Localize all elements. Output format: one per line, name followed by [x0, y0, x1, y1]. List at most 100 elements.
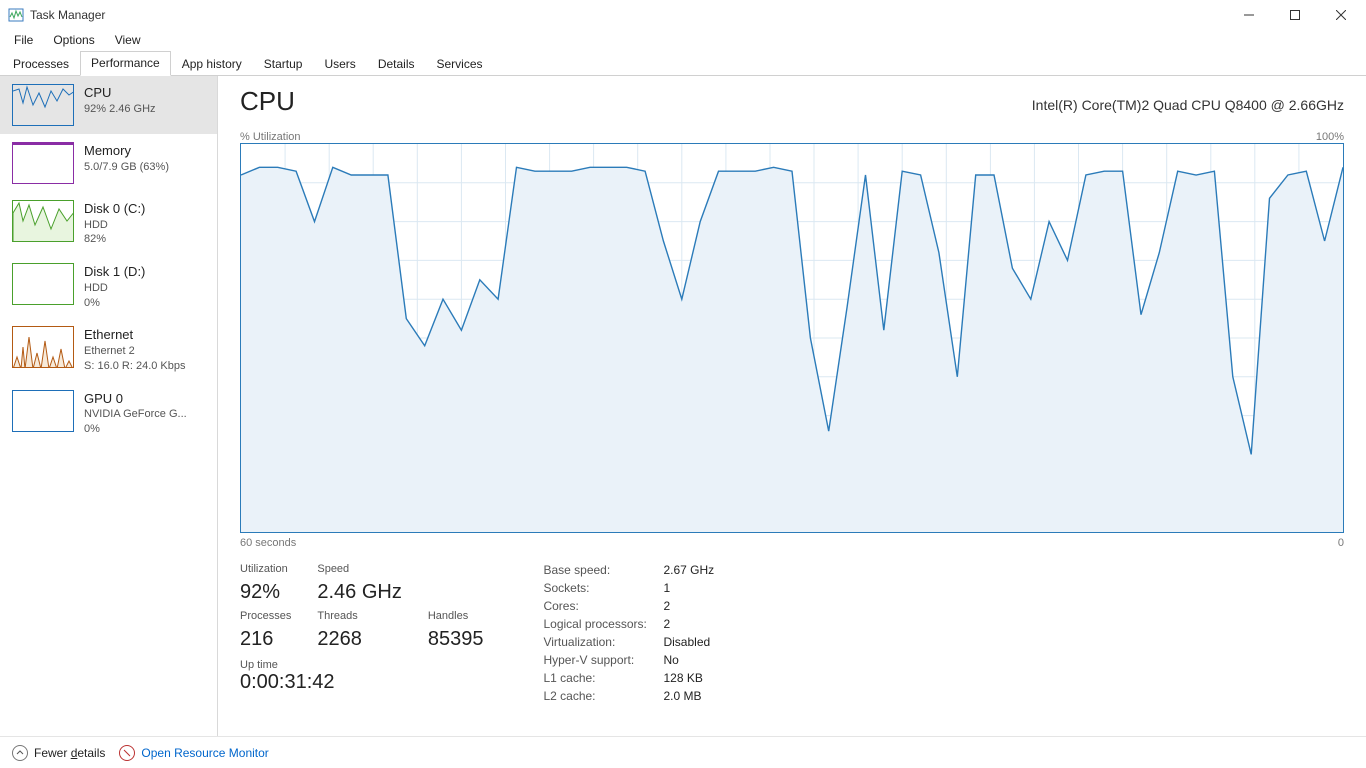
sidebar-meta: Memory5.0/7.9 GB (63%) — [84, 142, 169, 184]
spec-label: Base speed: — [543, 563, 663, 577]
processes-value: 216 — [240, 628, 291, 651]
sidebar-item-disk-1-d-[interactable]: Disk 1 (D:)HDD0% — [0, 255, 217, 318]
sidebar-meta: CPU92% 2.46 GHz — [84, 84, 156, 126]
sidebar-item-ethernet[interactable]: EthernetEthernet 2S: 16.0 R: 24.0 Kbps — [0, 318, 217, 381]
tab-services[interactable]: Services — [426, 52, 494, 76]
sidebar-item-line2: Ethernet 2 — [84, 344, 186, 359]
sidebar-item-line3: S: 16.0 R: 24.0 Kbps — [84, 359, 186, 374]
left-stats-block: Utilization Speed 92% 2.46 GHz Processes… — [240, 563, 483, 703]
handles-label: Handles — [428, 610, 484, 622]
processes-label: Processes — [240, 610, 291, 622]
footer: Fewer details Open Resource Monitor — [0, 736, 1366, 768]
menu-view[interactable]: View — [105, 31, 151, 49]
spec-value: No — [663, 653, 714, 667]
resource-monitor-label: Open Resource Monitor — [141, 746, 268, 760]
sidebar-item-cpu[interactable]: CPU92% 2.46 GHz — [0, 76, 217, 134]
cpu-utilization-chart — [240, 143, 1344, 533]
sidebar-item-title: GPU 0 — [84, 390, 187, 408]
chart-bottom-labels: 60 seconds 0 — [240, 537, 1344, 549]
threads-label: Threads — [317, 610, 401, 622]
sidebar-item-title: Disk 0 (C:) — [84, 200, 145, 218]
fewer-details-button[interactable]: Fewer details — [12, 745, 105, 761]
handles-value: 85395 — [428, 628, 484, 651]
sidebar-meta: EthernetEthernet 2S: 16.0 R: 24.0 Kbps — [84, 326, 186, 373]
app-icon — [8, 7, 24, 23]
page-title: CPU — [240, 86, 295, 117]
spec-label: Sockets: — [543, 581, 663, 595]
sidebar-item-disk-0-c-[interactable]: Disk 0 (C:)HDD82% — [0, 192, 217, 255]
close-button[interactable] — [1318, 0, 1364, 30]
cpu-model-name: Intel(R) Core(TM)2 Quad CPU Q8400 @ 2.66… — [1032, 97, 1344, 113]
chart-top-right-label: 100% — [1316, 131, 1344, 143]
sidebar-item-line3: 0% — [84, 422, 187, 437]
chart-top-left-label: % Utilization — [240, 131, 301, 143]
spec-value: 1 — [663, 581, 714, 595]
stats-row: Utilization Speed 92% 2.46 GHz Processes… — [240, 563, 1344, 703]
spec-value: 2.0 MB — [663, 689, 714, 703]
sidebar-item-title: Memory — [84, 142, 169, 160]
monitor-icon — [119, 745, 135, 761]
spec-value: 2 — [663, 599, 714, 613]
window-title: Task Manager — [30, 8, 105, 22]
sidebar-item-line2: NVIDIA GeForce G... — [84, 407, 187, 422]
tab-users[interactable]: Users — [313, 52, 366, 76]
sidebar-item-memory[interactable]: Memory5.0/7.9 GB (63%) — [0, 134, 217, 192]
left-stats-grid: Utilization Speed 92% 2.46 GHz Processes… — [240, 563, 483, 651]
content-pane: CPU Intel(R) Core(TM)2 Quad CPU Q8400 @ … — [218, 76, 1366, 736]
maximize-button[interactable] — [1272, 0, 1318, 30]
sidebar-thumb — [12, 200, 74, 242]
titlebar: Task Manager — [0, 0, 1366, 30]
spec-value: Disabled — [663, 635, 714, 649]
tabstrip: Processes Performance App history Startu… — [0, 50, 1366, 76]
spec-label: L1 cache: — [543, 671, 663, 685]
chart-top-labels: % Utilization 100% — [240, 131, 1344, 143]
fewer-details-label: Fewer details — [34, 746, 105, 760]
uptime-value: 0:00:31:42 — [240, 671, 483, 694]
sidebar-item-line2: 92% 2.46 GHz — [84, 102, 156, 117]
sidebar-thumb — [12, 84, 74, 126]
menu-file[interactable]: File — [4, 31, 43, 49]
spec-label: Hyper-V support: — [543, 653, 663, 667]
spec-value: 2.67 GHz — [663, 563, 714, 577]
sidebar-item-title: Ethernet — [84, 326, 186, 344]
uptime-label: Up time — [240, 659, 483, 671]
sidebar-item-line3: 82% — [84, 232, 145, 247]
sidebar-meta: GPU 0NVIDIA GeForce G...0% — [84, 390, 187, 437]
speed-value: 2.46 GHz — [317, 581, 401, 604]
sidebar-item-line2: HDD — [84, 218, 145, 233]
tab-details[interactable]: Details — [367, 52, 426, 76]
tab-processes[interactable]: Processes — [2, 52, 80, 76]
content-header: CPU Intel(R) Core(TM)2 Quad CPU Q8400 @ … — [240, 86, 1344, 117]
spec-value: 128 KB — [663, 671, 714, 685]
chevron-up-icon — [12, 745, 28, 761]
right-stats-grid: Base speed:2.67 GHzSockets:1Cores:2Logic… — [543, 563, 714, 703]
spec-label: Virtualization: — [543, 635, 663, 649]
sidebar-item-title: Disk 1 (D:) — [84, 263, 145, 281]
tab-app-history[interactable]: App history — [171, 52, 253, 76]
threads-value: 2268 — [317, 628, 401, 651]
sidebar-item-gpu-0[interactable]: GPU 0NVIDIA GeForce G...0% — [0, 382, 217, 445]
resource-sidebar: CPU92% 2.46 GHz Memory5.0/7.9 GB (63%) Dis… — [0, 76, 218, 736]
sidebar-thumb — [12, 263, 74, 305]
sidebar-thumb — [12, 390, 74, 432]
utilization-value: 92% — [240, 581, 291, 604]
uptime-block: Up time 0:00:31:42 — [240, 659, 483, 694]
chart-bottom-left-label: 60 seconds — [240, 537, 296, 549]
spec-label: L2 cache: — [543, 689, 663, 703]
speed-label: Speed — [317, 563, 401, 575]
sidebar-item-title: CPU — [84, 84, 156, 102]
spec-value: 2 — [663, 617, 714, 631]
sidebar-thumb — [12, 326, 74, 368]
workarea: CPU92% 2.46 GHzMemory5.0/7.9 GB (63%)Dis… — [0, 76, 1366, 736]
tab-startup[interactable]: Startup — [253, 52, 314, 76]
chart-bottom-right-label: 0 — [1338, 537, 1344, 549]
tab-performance[interactable]: Performance — [80, 51, 171, 76]
sidebar-item-line3: 0% — [84, 296, 145, 311]
spec-label: Logical processors: — [543, 617, 663, 631]
resource-monitor-link[interactable]: Open Resource Monitor — [119, 745, 268, 761]
minimize-button[interactable] — [1226, 0, 1272, 30]
menubar: File Options View — [0, 30, 1366, 50]
sidebar-meta: Disk 1 (D:)HDD0% — [84, 263, 145, 310]
chart-wrapper — [240, 143, 1344, 533]
menu-options[interactable]: Options — [43, 31, 104, 49]
